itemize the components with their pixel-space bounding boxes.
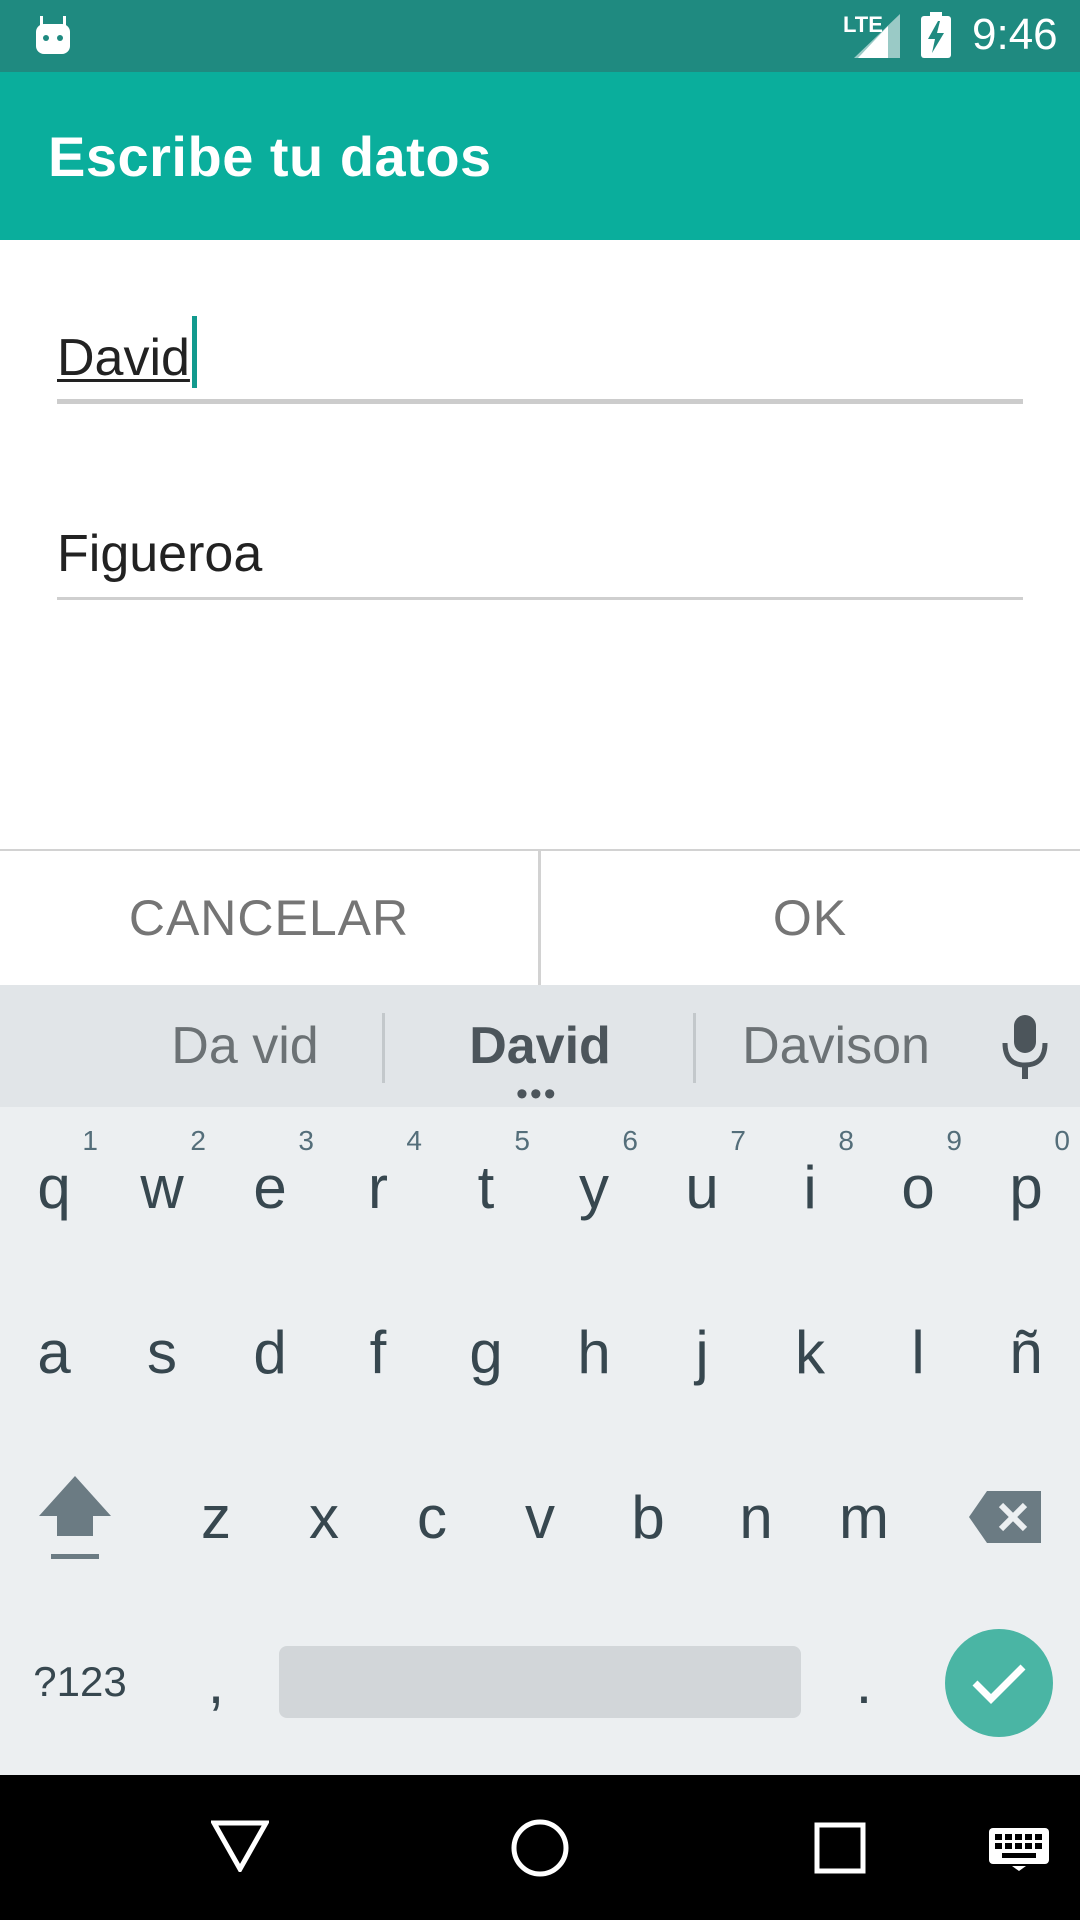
page-title: Escribe tu datos bbox=[48, 125, 492, 188]
key-m[interactable]: m bbox=[810, 1437, 918, 1597]
ok-button[interactable]: OK bbox=[541, 851, 1079, 985]
key-g[interactable]: g bbox=[432, 1272, 540, 1432]
suggestion-right[interactable]: Davison bbox=[696, 985, 976, 1107]
suggestion-strip: Da vid David ••• Davison bbox=[0, 985, 1080, 1111]
key-x[interactable]: x bbox=[270, 1437, 378, 1597]
key-u[interactable]: u7 bbox=[648, 1107, 756, 1267]
key-y[interactable]: y6 bbox=[540, 1107, 648, 1267]
suggestion-left[interactable]: Da vid bbox=[110, 985, 380, 1107]
first-name-value: David bbox=[57, 329, 190, 387]
key-c[interactable]: c bbox=[378, 1437, 486, 1597]
keyboard: Da vid David ••• Davison q1 w2 e3 r4 t5 … bbox=[0, 985, 1080, 1775]
key-w[interactable]: w2 bbox=[108, 1107, 216, 1267]
cancel-button[interactable]: CANCELAR bbox=[0, 851, 538, 985]
last-name-field[interactable]: Figueroa bbox=[57, 514, 1023, 600]
text-cursor bbox=[191, 316, 197, 388]
navigation-bar bbox=[0, 1775, 1080, 1920]
key-q[interactable]: q1 bbox=[0, 1107, 108, 1267]
key-i[interactable]: i8 bbox=[756, 1107, 864, 1267]
android-icon bbox=[36, 16, 70, 54]
key-p[interactable]: p0 bbox=[972, 1107, 1080, 1267]
key-a[interactable]: a bbox=[0, 1272, 108, 1432]
backspace-key[interactable] bbox=[950, 1437, 1060, 1597]
check-icon bbox=[972, 1664, 1026, 1704]
key-j[interactable]: j bbox=[648, 1272, 756, 1432]
mic-icon[interactable] bbox=[996, 1015, 1054, 1081]
done-key[interactable] bbox=[945, 1629, 1053, 1737]
backspace-icon bbox=[969, 1491, 1041, 1543]
key-s[interactable]: s bbox=[108, 1272, 216, 1432]
key-z[interactable]: z bbox=[162, 1437, 270, 1597]
key-k[interactable]: k bbox=[756, 1272, 864, 1432]
keyboard-icon[interactable] bbox=[988, 1827, 1050, 1871]
home-icon[interactable] bbox=[510, 1818, 570, 1878]
recents-icon[interactable] bbox=[814, 1822, 866, 1874]
shift-icon bbox=[39, 1476, 111, 1559]
first-name-field[interactable]: David bbox=[57, 316, 1023, 404]
key-r[interactable]: r4 bbox=[324, 1107, 432, 1267]
key-d[interactable]: d bbox=[216, 1272, 324, 1432]
clock: 9:46 bbox=[972, 10, 1058, 59]
space-key[interactable] bbox=[279, 1646, 801, 1718]
key-e[interactable]: e3 bbox=[216, 1107, 324, 1267]
comma-key[interactable]: , bbox=[162, 1602, 270, 1762]
key-n[interactable]: n bbox=[702, 1437, 810, 1597]
key-n-tilde[interactable]: ñ bbox=[972, 1272, 1080, 1432]
symbols-key[interactable]: ?123 bbox=[20, 1602, 140, 1762]
period-key[interactable]: . bbox=[810, 1602, 918, 1762]
signal-icon bbox=[854, 14, 900, 58]
key-l[interactable]: l bbox=[864, 1272, 972, 1432]
more-suggestions-dots[interactable]: ••• bbox=[516, 1077, 558, 1111]
key-o[interactable]: o9 bbox=[864, 1107, 972, 1267]
status-bar: LTE 9:46 bbox=[0, 0, 1080, 72]
key-h[interactable]: h bbox=[540, 1272, 648, 1432]
app-bar: Escribe tu datos bbox=[0, 72, 1080, 240]
dialog-buttons: CANCELAR OK bbox=[0, 851, 1080, 985]
key-t[interactable]: t5 bbox=[432, 1107, 540, 1267]
shift-key[interactable] bbox=[20, 1437, 130, 1597]
first-name-underline bbox=[57, 399, 1023, 404]
last-name-underline bbox=[57, 597, 1023, 600]
key-v[interactable]: v bbox=[486, 1437, 594, 1597]
key-f[interactable]: f bbox=[324, 1272, 432, 1432]
last-name-value: Figueroa bbox=[57, 525, 263, 583]
back-icon[interactable] bbox=[211, 1820, 269, 1872]
battery-charging-icon bbox=[921, 12, 951, 58]
key-b[interactable]: b bbox=[594, 1437, 702, 1597]
